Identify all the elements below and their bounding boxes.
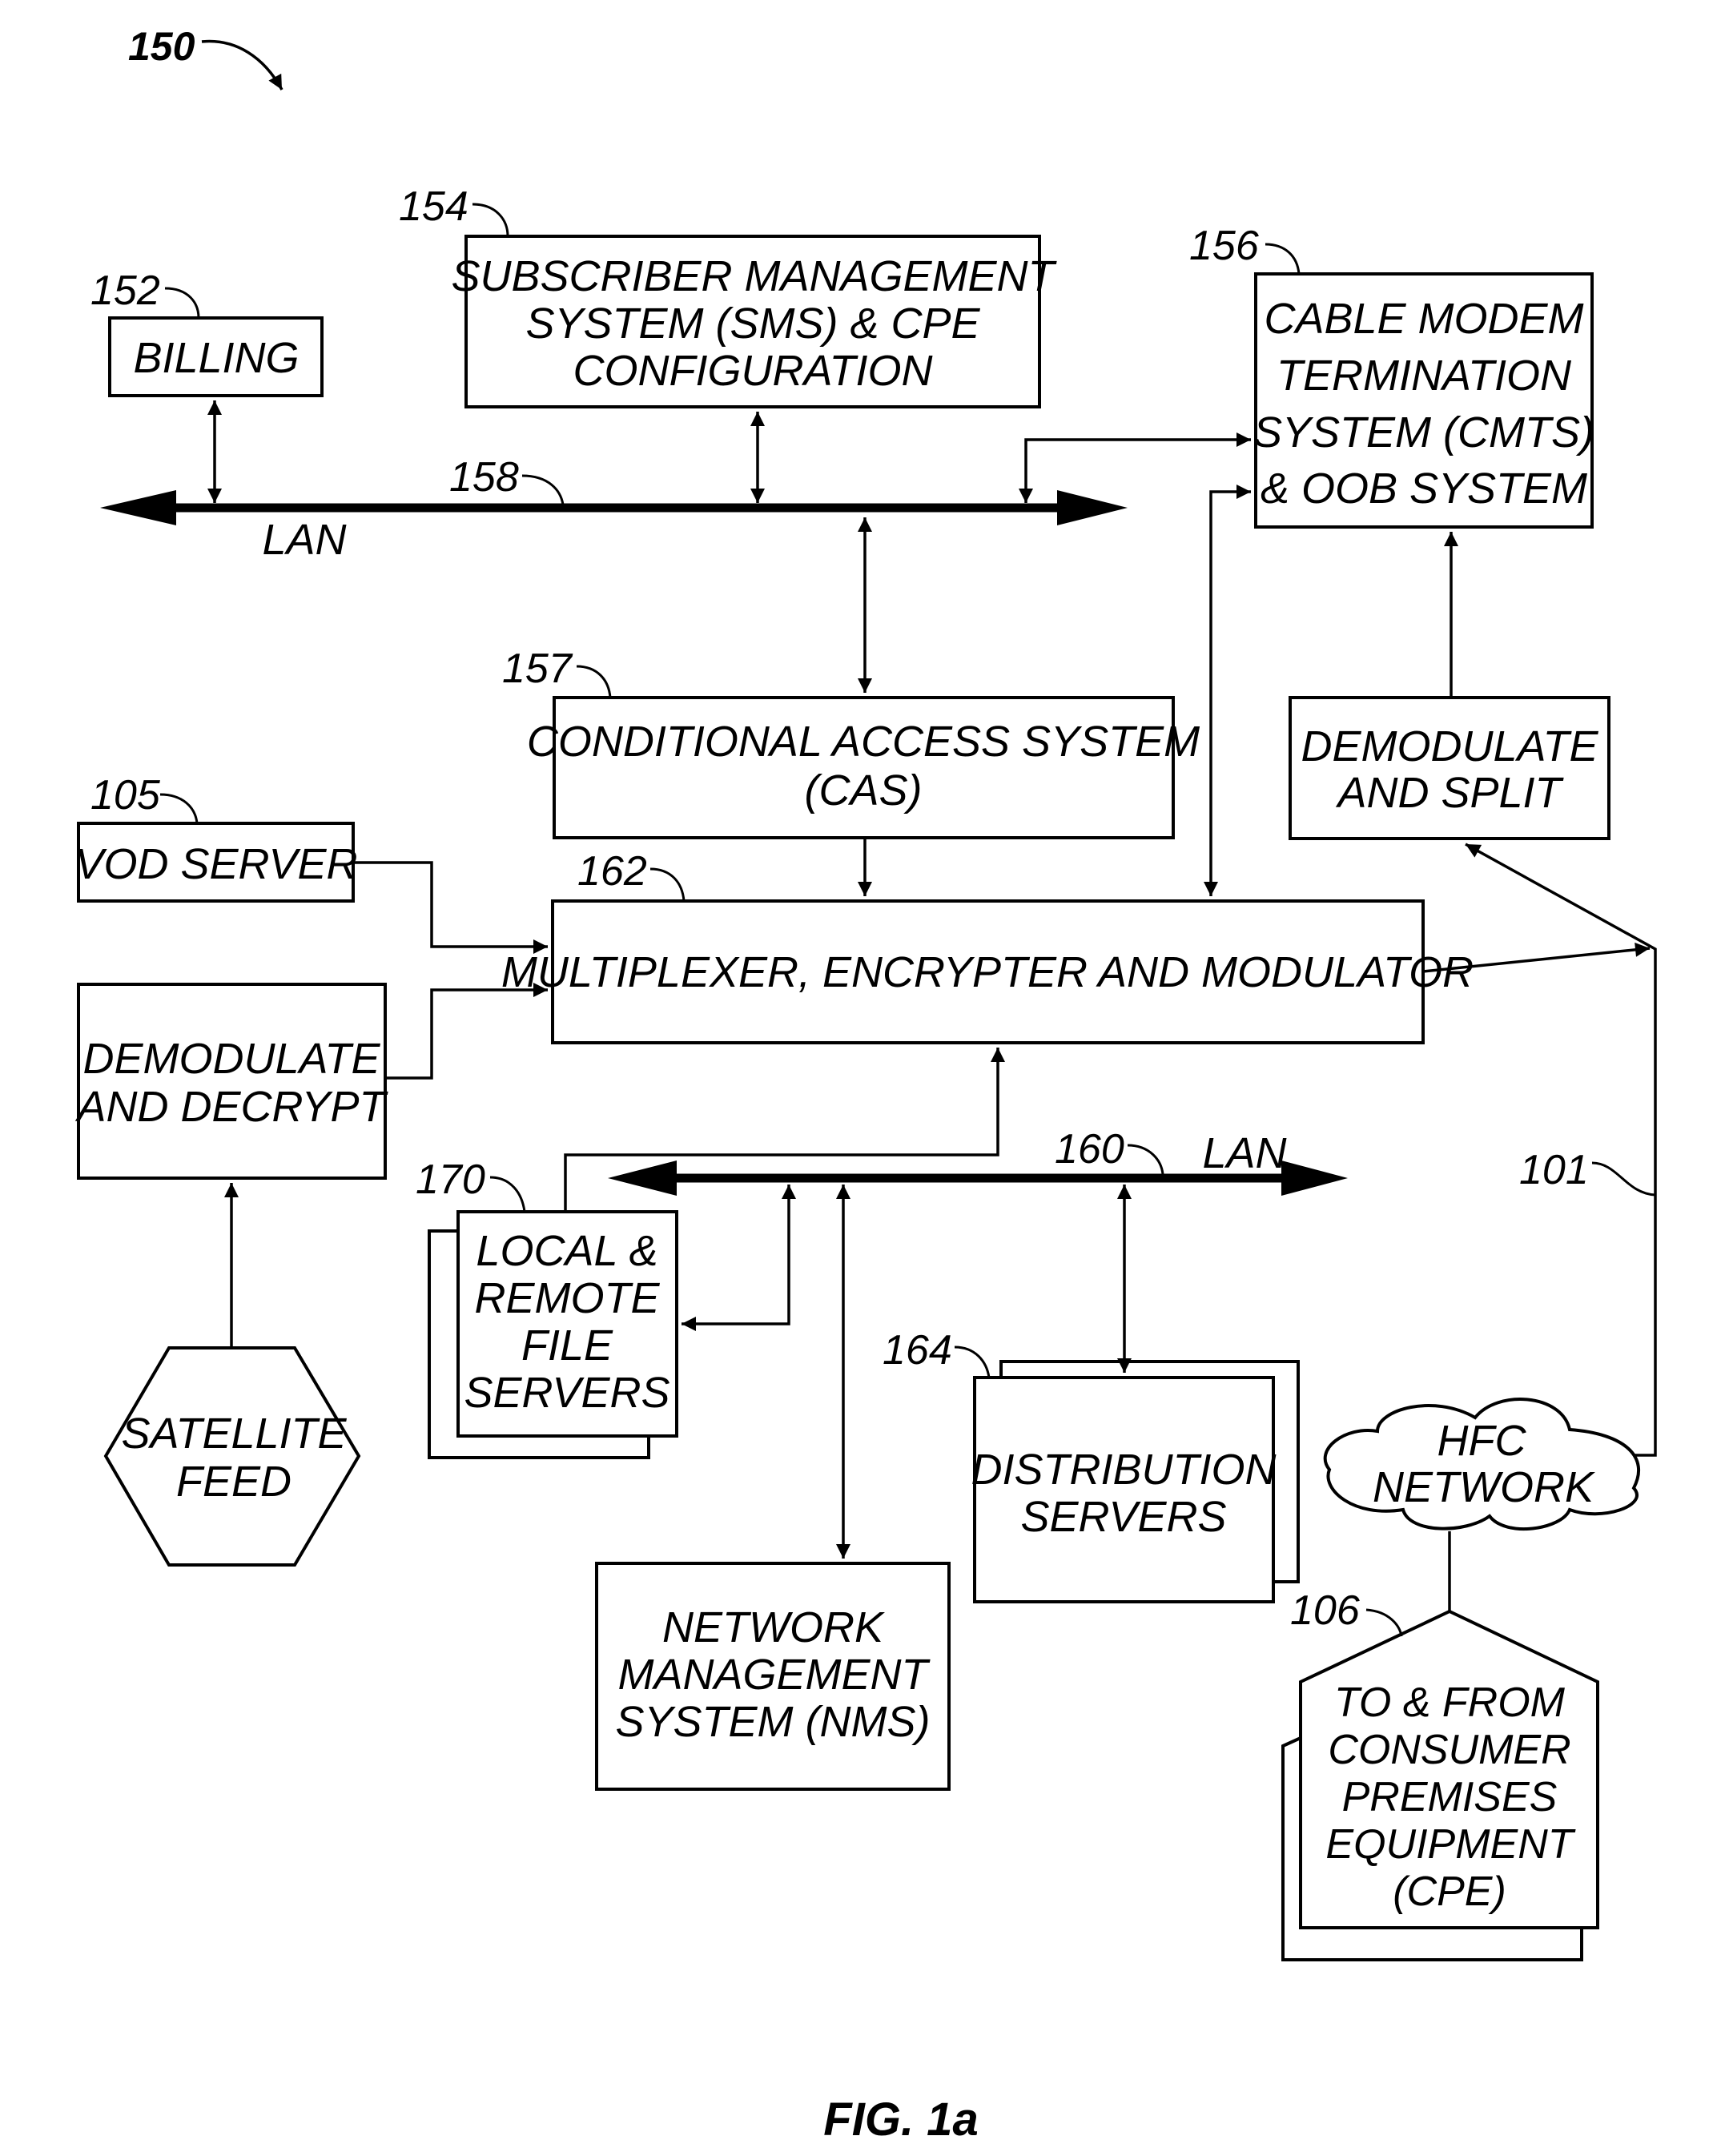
cpe-label-line1: TO & FROM (1334, 1679, 1566, 1726)
distribution-servers-label-line2: SERVERS (1020, 1493, 1226, 1541)
figure-ref-arrow (201, 39, 283, 91)
lan-158-arrow-right (1057, 490, 1128, 525)
vod-server-ref: 105 (90, 772, 161, 819)
sms-label-line2: SYSTEM (SMS) & CPE (525, 300, 980, 348)
lan-160-leader (1127, 1144, 1164, 1175)
vod-mux-connector (353, 861, 548, 954)
file-servers-label-line3: FILE (521, 1321, 613, 1370)
satellite-feed-label-line2: FEED (176, 1458, 292, 1506)
lan-158-leader (521, 474, 565, 505)
hfc-network-label-line1: HFC (1438, 1417, 1527, 1465)
demod-decrypt-label-line2: AND DECRYPT (74, 1083, 388, 1131)
cmts-label-line4: & OOB SYSTEM (1261, 465, 1587, 513)
cmts-label-line2: TERMINATION (1277, 352, 1572, 400)
demod-decrypt-mux-connector (385, 983, 548, 1080)
nms-label-line2: MANAGEMENT (617, 1651, 931, 1699)
figure-ref-label: 150 (128, 24, 195, 69)
distribution-servers-leader (954, 1345, 991, 1378)
cmts-ref: 156 (1189, 223, 1259, 269)
sms-label-line3: CONFIGURATION (573, 347, 934, 395)
lan-mux-connector (564, 1048, 1005, 1212)
billing-ref: 152 (90, 267, 160, 314)
demod-split-label-line1: DEMODULATE (1301, 722, 1598, 770)
sms-leader (472, 203, 509, 237)
distribution-servers-label-line1: DISTRIBUTION (971, 1446, 1277, 1494)
vod-server-leader (159, 793, 199, 824)
lan-158-ref: 158 (449, 454, 519, 501)
lan-160-label: LAN (1202, 1129, 1287, 1177)
lan-160-arrow-left (608, 1160, 677, 1196)
cpe-label-line3: PREMISES (1342, 1774, 1558, 1820)
cas-label-line2: (CAS) (805, 766, 923, 815)
mux-leader (649, 867, 686, 902)
file-servers-label-line2: REMOTE (474, 1274, 660, 1322)
cmts-label-line1: CABLE MODEM (1264, 295, 1583, 343)
sms-ref: 154 (399, 183, 468, 230)
nms-label-line3: SYSTEM (NMS) (615, 1698, 930, 1746)
hfc-network-ref: 101 (1519, 1147, 1589, 1193)
cmts-label-line3: SYSTEM (CMTS) (1253, 408, 1594, 457)
cpe-label-line5: (CPE) (1393, 1868, 1506, 1915)
cmts-leader (1265, 243, 1301, 275)
file-servers-ref: 170 (416, 1156, 485, 1203)
lan-158-arrow-left (100, 490, 176, 525)
cpe-label-line2: CONSUMER (1328, 1727, 1570, 1773)
file-servers-lan-connector (682, 1185, 796, 1331)
lan-158-label: LAN (262, 516, 347, 564)
cpe-label-line4: EQUIPMENT (1325, 1821, 1575, 1868)
sms-label-line1: SUBSCRIBER MANAGEMENT (451, 252, 1057, 300)
cas-leader (576, 665, 612, 698)
nms-label-line1: NETWORK (662, 1603, 885, 1651)
file-servers-leader (489, 1176, 526, 1213)
figure-caption: FIG. 1a (823, 2094, 978, 2146)
demod-decrypt-label-line1: DEMODULATE (82, 1035, 380, 1083)
billing-label: BILLING (133, 334, 299, 382)
cas-ref: 157 (502, 646, 573, 692)
hfc-network-leader (1591, 1161, 1656, 1197)
file-servers-label-line4: SERVERS (464, 1369, 669, 1417)
lan-160-ref: 160 (1055, 1126, 1124, 1173)
cpe-leader (1365, 1608, 1403, 1637)
billing-leader (164, 287, 200, 319)
mux-label: MULTIPLEXER, ENCRYPTER AND MODULATOR (501, 948, 1474, 996)
cpe-ref: 106 (1290, 1587, 1360, 1634)
cas-label-line1: CONDITIONAL ACCESS SYSTEM (527, 718, 1200, 766)
patent-figure: 150 LAN 158 BILLING 152 SUBSCRIBER MANAG… (74, 24, 1657, 2146)
distribution-servers-ref: 164 (883, 1327, 952, 1374)
mux-ref: 162 (577, 848, 647, 895)
hfc-network-label-line2: NETWORK (1373, 1463, 1595, 1511)
demod-split-label-line2: AND SPLIT (1335, 769, 1564, 817)
file-servers-label-line1: LOCAL & (476, 1227, 657, 1275)
cmts-mux-connector (1204, 485, 1251, 896)
satellite-feed-label-line1: SATELLITE (121, 1410, 347, 1458)
lan-160-arrow-right (1281, 1160, 1348, 1196)
vod-server-label: VOD SERVER (74, 840, 357, 888)
